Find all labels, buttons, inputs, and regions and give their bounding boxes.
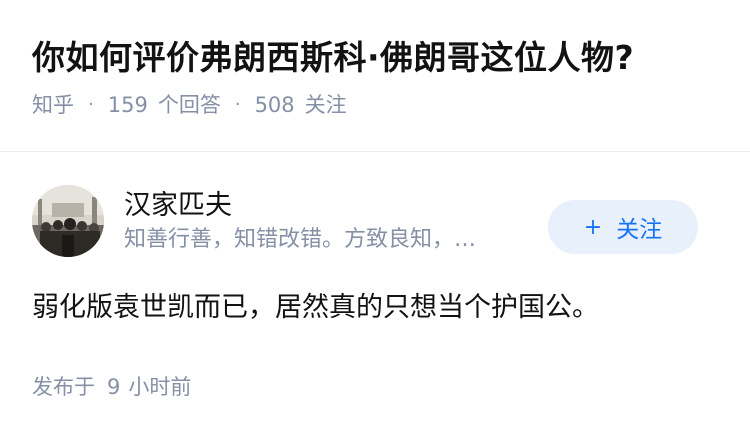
follow-button-label: 关注 — [616, 217, 663, 243]
source-label[interactable]: 知乎 — [32, 90, 74, 120]
avatar-photo-icon — [32, 185, 104, 257]
author-row: 汉家匹夫 知善行善，知错改错。方致良知，… + 关注 — [32, 185, 698, 257]
plus-icon: + — [583, 214, 603, 240]
follower-count-label[interactable]: 关注 — [305, 90, 347, 120]
question-header: 你如何评价弗朗西斯科·佛朗哥这位人物? 知乎 · 159 个回答 · 508 关… — [32, 34, 730, 120]
follow-button[interactable]: + 关注 — [548, 200, 698, 254]
author-info: 汉家匹夫 知善行善，知错改错。方致良知，… — [124, 187, 534, 255]
meta-separator: · — [88, 94, 94, 115]
author-bio: 知善行善，知错改错。方致良知，… — [124, 227, 477, 252]
publish-suffix: 小时前 — [128, 375, 192, 399]
publish-prefix: 发布于 — [32, 375, 95, 399]
publish-number: 9 — [107, 375, 121, 399]
answer-card: 汉家匹夫 知善行善，知错改错。方致良知，… + 关注 — [32, 185, 698, 257]
publish-time: 发布于 9 小时前 — [32, 372, 191, 402]
section-divider — [0, 151, 750, 152]
author-name[interactable]: 汉家匹夫 — [124, 187, 534, 225]
answer-count-label[interactable]: 个回答 — [158, 90, 221, 120]
question-meta: 知乎 · 159 个回答 · 508 关注 — [32, 90, 730, 120]
answer-count: 159 — [107, 93, 148, 117]
meta-separator: · — [234, 94, 241, 115]
answer-content[interactable]: 弱化版袁世凯而已，居然真的只想当个护国公。 — [32, 288, 599, 328]
avatar[interactable] — [32, 185, 104, 257]
follower-count: 508 — [254, 93, 295, 117]
question-title[interactable]: 你如何评价弗朗西斯科·佛朗哥这位人物? — [32, 34, 730, 82]
